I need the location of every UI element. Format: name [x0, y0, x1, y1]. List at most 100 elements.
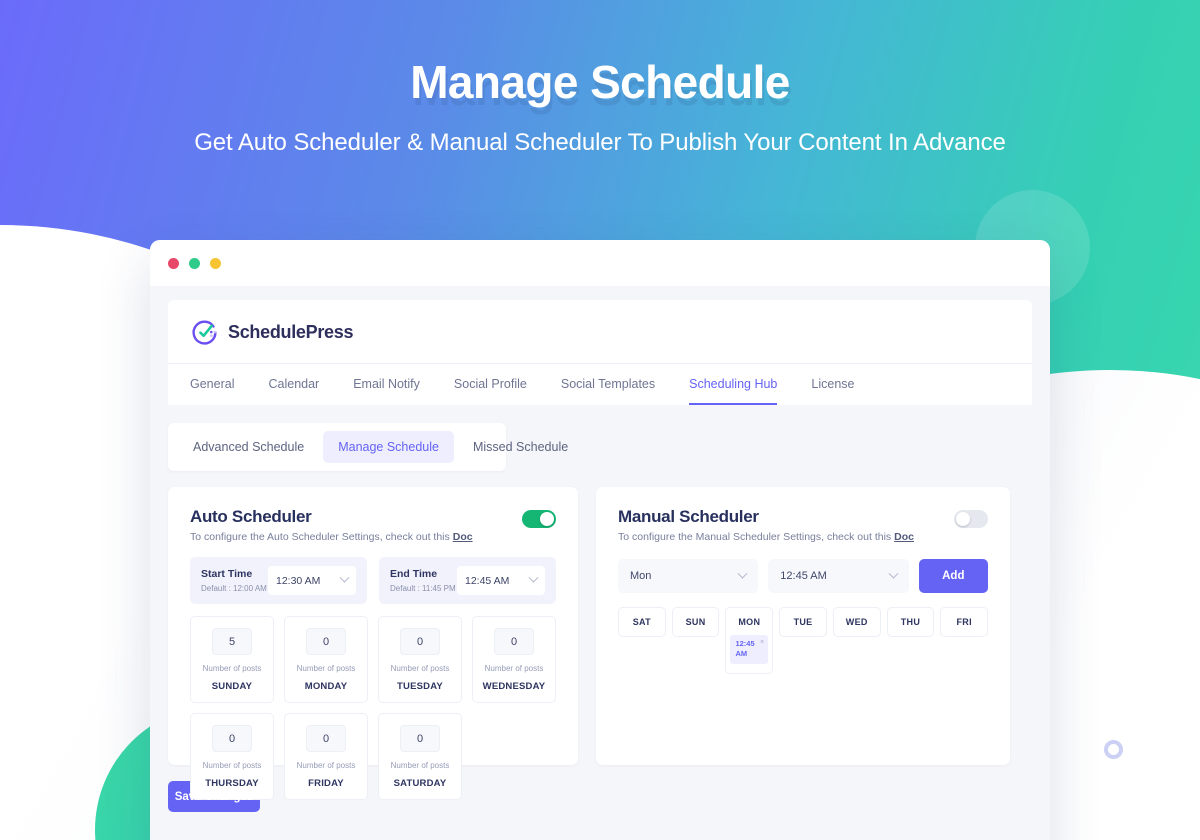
auto-scheduler-desc-text: To configure the Auto Scheduler Settings…	[190, 531, 450, 543]
manual-day-columns: SAT SUN MON 12:45 AM × TUE WED THU FRI	[618, 607, 989, 675]
manual-scheduler-panel: Manual Scheduler To configure the Manual…	[596, 487, 1010, 765]
day-posts-label: Number of posts	[390, 664, 450, 673]
manual-scheduler-desc-text: To configure the Manual Scheduler Settin…	[618, 531, 892, 543]
end-time-value: 12:45 AM	[465, 574, 510, 587]
start-time-default: Default : 12:00 AM	[201, 584, 267, 593]
day-card-wednesday: 0 Number of posts WEDNESDAY	[472, 616, 556, 703]
manual-day-label: MON	[738, 617, 761, 627]
manual-day-tue[interactable]: TUE	[779, 607, 827, 637]
start-time-value: 12:30 AM	[276, 574, 321, 587]
window-close-dot[interactable]	[168, 257, 179, 269]
manual-day-value: Mon	[630, 570, 652, 582]
auto-time-row: Start Time Default : 12:00 AM 12:30 AM E…	[190, 557, 556, 604]
day-count-input[interactable]: 0	[212, 725, 252, 752]
schedulepress-logo-icon	[192, 320, 217, 345]
day-card-friday: 0 Number of posts FRIDAY	[284, 713, 368, 800]
nav-item-social-profile[interactable]: Social Profile	[454, 364, 527, 405]
manual-scheduler-doc-link[interactable]: Doc	[894, 531, 914, 543]
manual-controls-row: Mon 12:45 AM Add	[618, 559, 988, 593]
window-maximize-dot[interactable]	[189, 257, 200, 269]
day-posts-label: Number of posts	[390, 761, 450, 770]
manual-scheduler-toggle[interactable]	[954, 510, 988, 528]
chevron-down-icon	[888, 568, 899, 579]
chip-time-label: 12:45 AM	[735, 639, 755, 659]
auto-scheduler-toggle[interactable]	[522, 510, 556, 528]
day-count-input[interactable]: 0	[494, 628, 534, 655]
day-name-label: SATURDAY	[393, 778, 447, 789]
day-count-input[interactable]: 0	[400, 725, 440, 752]
manual-day-label: TUE	[793, 617, 813, 627]
day-card-thursday: 0 Number of posts THURSDAY	[190, 713, 274, 800]
auto-day-grid: 5 Number of posts SUNDAY 0 Number of pos…	[190, 616, 556, 800]
panels-row: Auto Scheduler To configure the Auto Sch…	[168, 487, 1032, 800]
tab-missed-schedule[interactable]: Missed Schedule	[458, 431, 583, 463]
day-posts-label: Number of posts	[484, 664, 544, 673]
day-posts-label: Number of posts	[296, 761, 356, 770]
nav-item-general[interactable]: General	[190, 364, 234, 405]
auto-scheduler-panel: Auto Scheduler To configure the Auto Sch…	[168, 487, 578, 800]
manual-day-thu[interactable]: THU	[886, 607, 935, 637]
nav-item-social-templates[interactable]: Social Templates	[561, 364, 655, 405]
toggle-knob	[956, 512, 970, 526]
day-count-input[interactable]: 0	[306, 628, 346, 655]
day-card-monday: 0 Number of posts MONDAY	[284, 616, 368, 703]
page-subtitle: Get Auto Scheduler & Manual Scheduler To…	[194, 129, 1006, 156]
manual-day-label: WED	[845, 617, 868, 627]
browser-window: SchedulePress General Calendar Email Not…	[150, 240, 1050, 840]
tab-advanced-schedule[interactable]: Advanced Schedule	[178, 431, 319, 463]
day-name-label: MONDAY	[304, 681, 348, 692]
manual-day-label: FRI	[956, 617, 972, 627]
start-time-box: Start Time Default : 12:00 AM 12:30 AM	[190, 557, 367, 604]
manual-day-select[interactable]: Mon	[618, 559, 759, 593]
day-count-input[interactable]: 5	[212, 628, 252, 655]
schedule-time-chip: 12:45 AM ×	[730, 635, 769, 665]
manual-day-sat[interactable]: SAT	[618, 607, 666, 637]
end-time-default: Default : 11:45 PM	[390, 584, 456, 593]
end-time-select[interactable]: 12:45 AM	[457, 566, 545, 595]
nav-item-license[interactable]: License	[811, 364, 854, 405]
manual-scheduler-description: To configure the Manual Scheduler Settin…	[618, 531, 914, 543]
day-name-label: FRIDAY	[308, 778, 344, 789]
sub-tabs: Advanced Schedule Manage Schedule Missed…	[168, 423, 568, 471]
chevron-down-icon	[339, 572, 350, 583]
start-time-label: Start Time	[201, 568, 253, 580]
decorative-ring-circle	[1104, 740, 1123, 759]
window-minimize-dot[interactable]	[210, 257, 221, 269]
start-time-select[interactable]: 12:30 AM	[268, 566, 356, 595]
day-name-label: SUNDAY	[211, 681, 253, 692]
auto-scheduler-header: Auto Scheduler To configure the Auto Sch…	[190, 507, 556, 543]
chevron-down-icon	[737, 568, 748, 579]
auto-scheduler-title: Auto Scheduler	[190, 507, 312, 526]
manual-day-fri[interactable]: FRI	[940, 607, 989, 637]
auto-scheduler-description: To configure the Auto Scheduler Settings…	[190, 531, 473, 543]
manual-scheduler-header: Manual Scheduler To configure the Manual…	[618, 507, 988, 543]
close-icon[interactable]: ×	[760, 639, 764, 646]
manual-time-value: 12:45 AM	[780, 570, 827, 582]
nav-item-calendar[interactable]: Calendar	[268, 364, 319, 405]
day-count-input[interactable]: 0	[306, 725, 346, 752]
manual-day-label: SAT	[632, 617, 651, 627]
page-title: Manage Schedule	[410, 56, 790, 108]
day-card-sunday: 5 Number of posts SUNDAY	[190, 616, 274, 703]
window-titlebar	[150, 240, 1050, 286]
end-time-box: End Time Default : 11:45 PM 12:45 AM	[379, 557, 556, 604]
main-nav: General Calendar Email Notify Social Pro…	[168, 363, 1032, 405]
nav-item-scheduling-hub[interactable]: Scheduling Hub	[689, 364, 778, 405]
day-count-input[interactable]: 0	[400, 628, 440, 655]
tab-manage-schedule[interactable]: Manage Schedule	[323, 431, 454, 463]
end-time-label: End Time	[390, 568, 438, 580]
day-name-label: TUESDAY	[397, 681, 443, 692]
brand-name: SchedulePress	[228, 322, 354, 342]
add-schedule-button[interactable]: Add	[918, 559, 988, 593]
brand-logo[interactable]: SchedulePress	[190, 318, 353, 347]
manual-day-mon[interactable]: MON 12:45 AM ×	[725, 607, 774, 675]
auto-scheduler-doc-link[interactable]: Doc	[453, 531, 473, 543]
chevron-down-icon	[528, 572, 539, 583]
day-name-label: THURSDAY	[205, 778, 259, 789]
app-viewport: SchedulePress General Calendar Email Not…	[150, 286, 1050, 840]
nav-item-email-notify[interactable]: Email Notify	[353, 364, 420, 405]
manual-day-sun[interactable]: SUN	[671, 607, 720, 637]
manual-day-wed[interactable]: WED	[832, 607, 881, 637]
day-posts-label: Number of posts	[202, 664, 262, 673]
manual-time-select[interactable]: 12:45 AM	[768, 559, 909, 593]
